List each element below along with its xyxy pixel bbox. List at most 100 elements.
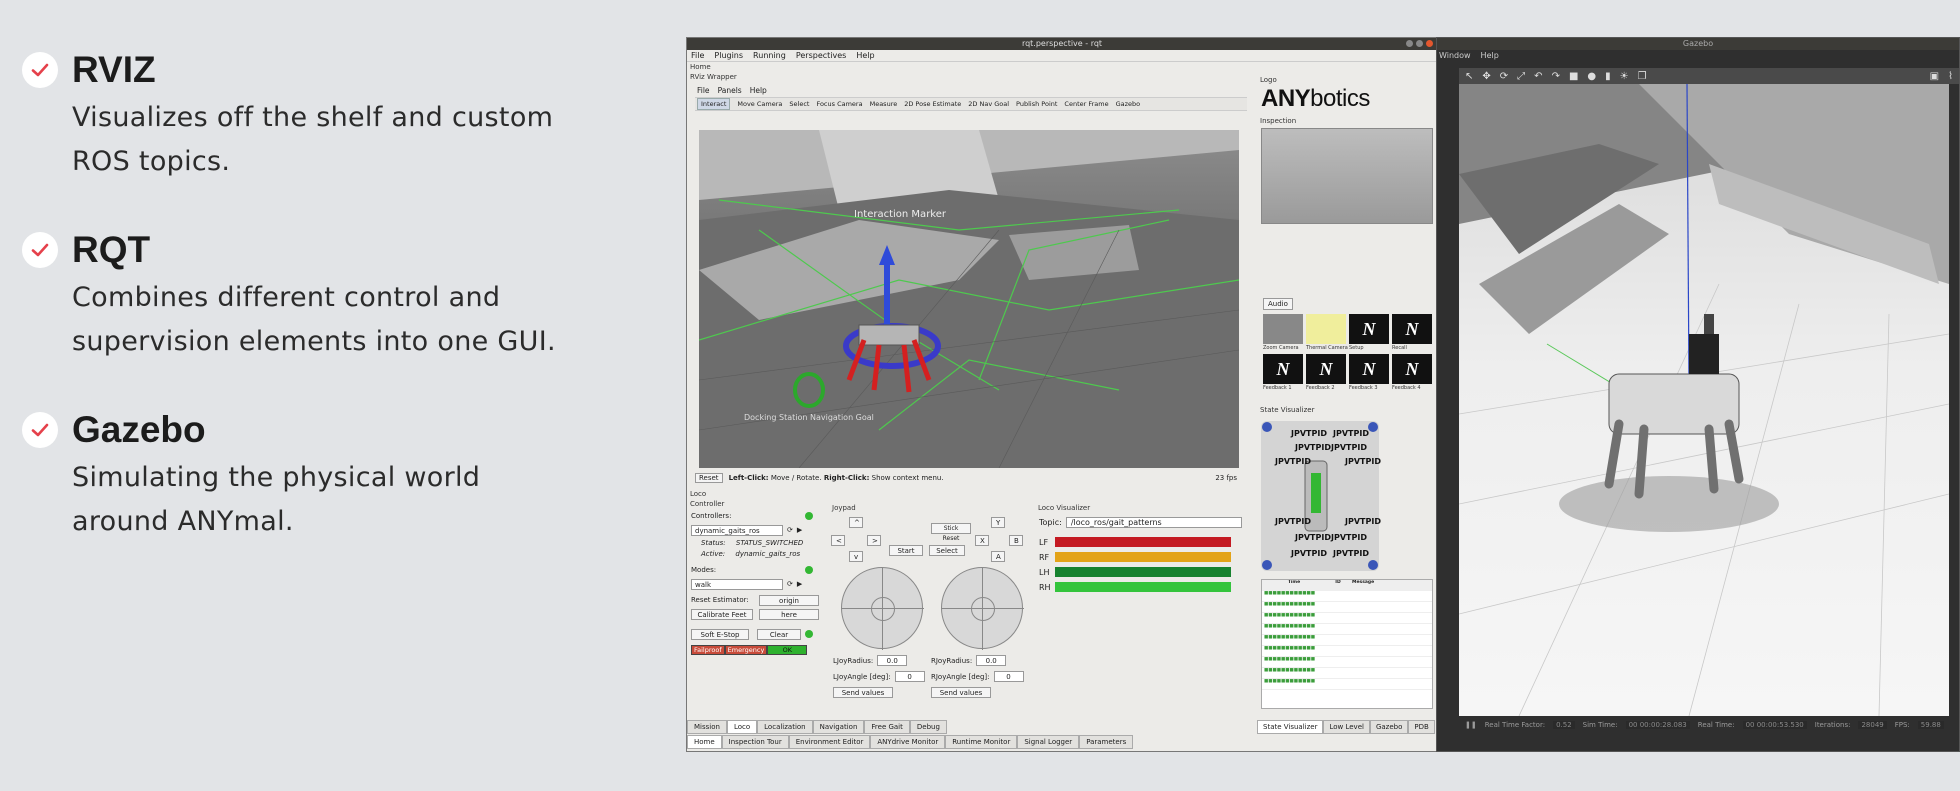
rjoy-angle-input[interactable]: 0 (993, 671, 1024, 682)
refresh-icon[interactable]: ⟳ (787, 526, 793, 534)
table-row[interactable]: ■■■■■■■■■■■■ (1262, 624, 1432, 635)
menu-file[interactable]: File (691, 50, 704, 61)
tab-pdb[interactable]: PDB (1408, 720, 1435, 734)
dpad-up-button[interactable]: ^ (849, 517, 863, 528)
setup-thumb[interactable]: N Setup (1349, 314, 1389, 351)
controller-select[interactable]: dynamic_gaits_ros (691, 524, 783, 536)
feedback-4-thumb[interactable]: N Feedback 4 (1392, 354, 1432, 391)
tab-mission[interactable]: Mission (687, 720, 727, 734)
tab-loco[interactable]: Loco (726, 720, 758, 734)
pause-icon[interactable]: ❚❚ (1465, 721, 1477, 729)
tool-publish-point[interactable]: Publish Point (1016, 100, 1057, 108)
here-button[interactable]: here (759, 608, 819, 620)
tab-signal-logger[interactable]: Signal Logger (1017, 735, 1080, 749)
mode-select[interactable]: walk (691, 578, 783, 590)
tab-runtime-monitor[interactable]: Runtime Monitor (945, 735, 1018, 749)
topic-input[interactable]: /loco_ros/gait_patterns (1065, 517, 1242, 528)
menu-plugins[interactable]: Plugins (714, 50, 743, 61)
table-row[interactable]: ■■■■■■■■■■■■ (1262, 591, 1432, 602)
select-button[interactable]: Select (929, 545, 965, 556)
table-row[interactable]: ■■■■■■■■■■■■ (1262, 602, 1432, 613)
table-row[interactable]: ■■■■■■■■■■■■ (1262, 679, 1432, 690)
thermal-camera-thumb[interactable]: Thermal Camera (1306, 314, 1348, 351)
tool-2d-nav-goal[interactable]: 2D Nav Goal (968, 100, 1009, 108)
tab-localization[interactable]: Localization (757, 720, 813, 734)
left-joystick[interactable] (841, 567, 924, 650)
box-icon[interactable]: ■ (1569, 71, 1578, 82)
arrow-icon[interactable]: ↖ (1465, 71, 1473, 82)
x-button[interactable]: X (975, 535, 989, 546)
sphere-icon[interactable]: ● (1587, 71, 1596, 82)
refresh-icon[interactable]: ⟳ (787, 580, 793, 588)
tab-debug[interactable]: Debug (909, 720, 947, 734)
dpad-down-button[interactable]: v (849, 551, 863, 562)
undo-icon[interactable]: ↶ (1534, 71, 1542, 82)
gazebo-menu-window[interactable]: Window (1439, 50, 1471, 62)
camera-icon[interactable]: ▣ (1930, 71, 1939, 82)
tab-gazebo[interactable]: Gazebo (1369, 720, 1409, 734)
plot-icon[interactable]: ⌇ (1948, 71, 1953, 82)
gazebo-menu-help[interactable]: Help (1481, 50, 1499, 62)
soft-estop-button[interactable]: Soft E-Stop (691, 628, 749, 640)
maximize-icon[interactable] (1416, 40, 1423, 47)
zoom-camera-thumb[interactable]: Zoom Camera (1263, 314, 1303, 351)
tab-state-visualizer[interactable]: State Visualizer (1257, 720, 1324, 734)
cylinder-icon[interactable]: ▮ (1605, 71, 1611, 82)
tool-center-frame[interactable]: Center Frame (1064, 100, 1108, 108)
translate-icon[interactable]: ✥ (1482, 71, 1490, 82)
tab-environment-editor[interactable]: Environment Editor (788, 735, 871, 749)
table-row[interactable]: ■■■■■■■■■■■■ (1262, 613, 1432, 624)
table-row[interactable]: ■■■■■■■■■■■■ (1262, 668, 1432, 679)
clear-button[interactable]: Clear (757, 628, 801, 640)
tab-parameters[interactable]: Parameters (1079, 735, 1134, 749)
calibrate-feet-button[interactable]: Calibrate Feet (691, 608, 753, 620)
tool-focus-camera[interactable]: Focus Camera (816, 100, 862, 108)
copy-icon[interactable]: ❐ (1638, 71, 1647, 82)
dpad-left-button[interactable]: < (831, 535, 845, 546)
b-button[interactable]: B (1009, 535, 1023, 546)
tab-home[interactable]: Home (687, 735, 722, 749)
play-icon[interactable]: ▶ (797, 526, 802, 534)
menu-running[interactable]: Running (753, 50, 786, 61)
feedback-1-thumb[interactable]: N Feedback 1 (1263, 354, 1303, 391)
tab-free-gait[interactable]: Free Gait (864, 720, 910, 734)
tab-anydrive-monitor[interactable]: ANYdrive Monitor (870, 735, 946, 749)
redo-icon[interactable]: ↷ (1552, 71, 1560, 82)
tool-2d-pose-estimate[interactable]: 2D Pose Estimate (904, 100, 961, 108)
right-joystick[interactable] (941, 567, 1024, 650)
light-icon[interactable]: ☀ (1620, 71, 1629, 82)
window-controls[interactable] (1406, 40, 1433, 47)
feedback-2-thumb[interactable]: N Feedback 2 (1306, 354, 1346, 391)
send-values-left-button[interactable]: Send values (833, 687, 893, 698)
a-button[interactable]: A (991, 551, 1005, 562)
scale-icon[interactable]: ⤢ (1517, 71, 1525, 82)
reset-button[interactable]: Reset (695, 473, 723, 483)
rviz-3d-view[interactable]: Interaction Marker Docking Station Navig… (699, 130, 1239, 468)
y-button[interactable]: Y (991, 517, 1005, 528)
tab-low-level[interactable]: Low Level (1323, 720, 1370, 734)
rjoy-radius-input[interactable]: 0.0 (976, 655, 1007, 666)
tool-interact[interactable]: Interact (697, 98, 731, 110)
table-row[interactable]: ■■■■■■■■■■■■ (1262, 657, 1432, 668)
tab-navigation[interactable]: Navigation (812, 720, 865, 734)
table-row[interactable]: ■■■■■■■■■■■■ (1262, 635, 1432, 646)
tool-move-camera[interactable]: Move Camera (737, 100, 782, 108)
tool-gazebo[interactable]: Gazebo (1116, 100, 1141, 108)
log-table[interactable]: Time ID Message ■■■■■■■■■■■■ ■■■■■■■■■■■… (1261, 579, 1433, 709)
gazebo-3d-view[interactable] (1459, 84, 1949, 716)
stick-reset-button[interactable]: Stick Reset (931, 523, 971, 542)
table-row[interactable]: ■■■■■■■■■■■■ (1262, 646, 1432, 657)
rotate-icon[interactable]: ⟳ (1500, 71, 1508, 82)
ljoy-radius-input[interactable]: 0.0 (877, 655, 908, 666)
dpad-right-button[interactable]: > (867, 535, 881, 546)
menu-perspectives[interactable]: Perspectives (796, 50, 847, 61)
play-icon[interactable]: ▶ (797, 580, 802, 588)
joystick-knob[interactable] (871, 597, 895, 621)
tool-measure[interactable]: Measure (870, 100, 898, 108)
recall-thumb[interactable]: N Recall (1392, 314, 1432, 351)
origin-button[interactable]: origin (759, 594, 819, 606)
rviz-menu-help[interactable]: Help (750, 86, 767, 97)
rviz-menu-panels[interactable]: Panels (718, 86, 742, 97)
menu-help[interactable]: Help (856, 50, 874, 61)
audio-select[interactable]: Audio (1263, 298, 1293, 310)
